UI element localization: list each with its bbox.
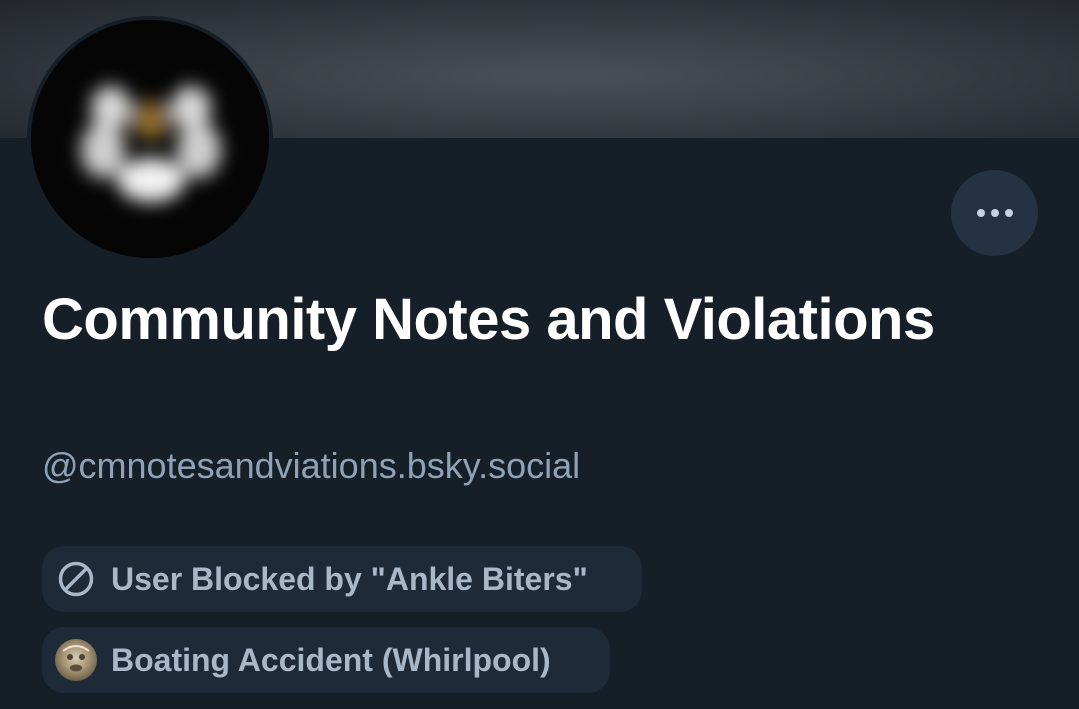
moderation-label-blocked[interactable]: User Blocked by "Ankle Biters" xyxy=(42,546,642,612)
moderation-label-boating[interactable]: Boating Accident (Whirlpool) xyxy=(42,627,610,693)
avatar-ring xyxy=(27,16,273,262)
profile-page: Community Notes and Violations @cmnotesa… xyxy=(0,0,1079,709)
avatar[interactable] xyxy=(31,20,269,258)
more-options-button[interactable] xyxy=(951,170,1038,256)
label-text: User Blocked by "Ankle Biters" xyxy=(111,560,588,597)
labeler-avatar-icon xyxy=(55,639,97,681)
avatar-image xyxy=(31,20,269,258)
label-text: Boating Accident (Whirlpool) xyxy=(111,641,551,678)
profile-handle: @cmnotesandviations.bsky.social xyxy=(42,445,581,486)
ellipsis-icon xyxy=(976,209,1013,217)
display-name: Community Notes and Violations xyxy=(42,287,935,352)
blocked-icon xyxy=(55,558,97,600)
